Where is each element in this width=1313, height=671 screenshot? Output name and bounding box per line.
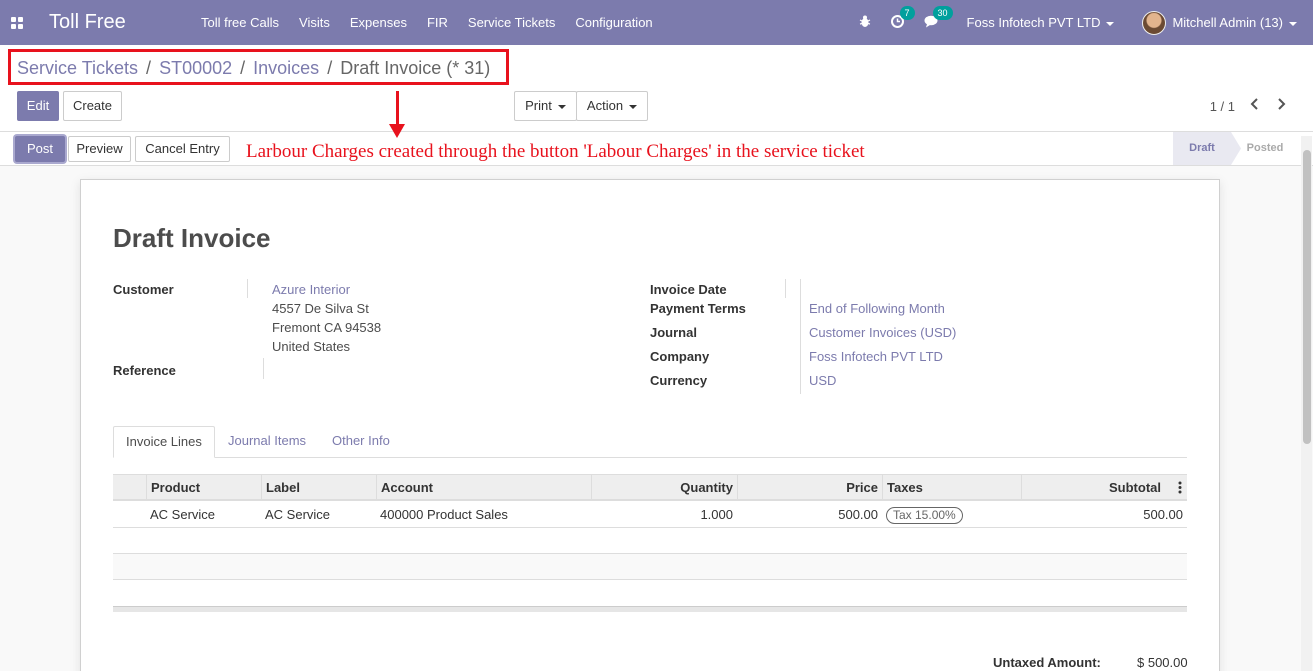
currency-link[interactable]: USD: [809, 373, 836, 388]
message-count-badge: 30: [932, 5, 953, 20]
customer-link[interactable]: Azure Interior: [272, 282, 350, 297]
journal-link[interactable]: Customer Invoices (USD): [809, 325, 956, 340]
action-button[interactable]: Action: [576, 91, 648, 121]
tab-invoice-lines[interactable]: Invoice Lines: [113, 426, 215, 458]
cancel-entry-button[interactable]: Cancel Entry: [135, 136, 230, 162]
annotation-note: Larbour Charges created through the butt…: [246, 141, 865, 162]
untaxed-amount-value: $ 500.00: [1137, 655, 1188, 670]
chevron-down-icon: [557, 104, 566, 109]
print-label: Print: [525, 98, 552, 113]
company-label: Company: [650, 349, 710, 364]
column-header-account[interactable]: Account: [376, 475, 591, 500]
previous-record-icon[interactable]: [1249, 97, 1259, 116]
preview-button[interactable]: Preview: [68, 136, 131, 162]
table-row-empty: [113, 528, 1187, 554]
cell-subtotal: 500.00: [1143, 507, 1183, 522]
column-header-product[interactable]: Product: [146, 475, 261, 500]
journal-label: Journal: [650, 325, 697, 340]
customer-label: Customer: [113, 282, 174, 297]
payment-terms-label: Payment Terms: [650, 301, 746, 316]
reference-label: Reference: [113, 363, 176, 378]
status-bar: Post Preview Cancel Entry Larbour Charge…: [0, 132, 1313, 166]
main-menu: Toll free Calls Visits Expenses FIR Serv…: [191, 15, 663, 30]
menu-item-configuration[interactable]: Configuration: [565, 15, 662, 30]
field-divider: [800, 279, 801, 394]
column-header-taxes[interactable]: Taxes: [882, 475, 1021, 500]
highlight-box: [8, 49, 509, 85]
annotation-arrow-head: [389, 124, 405, 138]
create-button[interactable]: Create: [63, 91, 122, 121]
field-divider: [247, 279, 248, 298]
untaxed-amount-label: Untaxed Amount:: [993, 655, 1101, 670]
menu-item-expenses[interactable]: Expenses: [340, 15, 417, 30]
user-name: Mitchell Admin (13): [1172, 15, 1283, 30]
pager-value[interactable]: 1 / 1: [1210, 99, 1235, 114]
activity-clock-icon[interactable]: 7: [890, 5, 915, 31]
top-navbar: Toll Free Toll free Calls Visits Expense…: [0, 0, 1313, 45]
table-row-empty: [113, 580, 1187, 606]
tab-journal-items[interactable]: Journal Items: [216, 426, 318, 458]
company-switcher[interactable]: Foss Infotech PVT LTD: [967, 15, 1115, 30]
next-record-icon[interactable]: [1277, 97, 1287, 116]
app-brand[interactable]: Toll Free: [49, 11, 191, 34]
column-header-label[interactable]: Label: [261, 475, 376, 500]
user-avatar[interactable]: [1142, 10, 1167, 35]
invoice-sheet: Draft Invoice Customer Azure Interior 45…: [80, 179, 1220, 671]
menu-item-toll-free-calls[interactable]: Toll free Calls: [191, 15, 289, 30]
stage-draft[interactable]: Draft: [1173, 132, 1231, 165]
messages-icon[interactable]: 30: [924, 5, 953, 31]
menu-item-fir[interactable]: FIR: [417, 15, 458, 30]
column-header-price[interactable]: Price: [737, 475, 882, 500]
chevron-down-icon: [629, 104, 638, 109]
company-link[interactable]: Foss Infotech PVT LTD: [809, 349, 943, 364]
activity-count-badge: 7: [899, 5, 915, 20]
bug-icon[interactable]: [859, 15, 871, 31]
address-line-3: United States: [272, 339, 351, 354]
edit-button[interactable]: Edit: [17, 91, 59, 121]
chevron-down-icon: [1106, 21, 1115, 26]
payment-terms-link[interactable]: End of Following Month: [809, 301, 945, 316]
navbar-systray: 7 30 Foss Infotech PVT LTD Mitchell Admi…: [859, 0, 1313, 45]
address-line-1: 4557 De Silva St: [272, 301, 369, 316]
action-label: Action: [586, 98, 624, 113]
column-options-icon[interactable]: [1178, 481, 1182, 497]
invoice-date-label: Invoice Date: [650, 282, 727, 297]
field-divider: [785, 279, 786, 298]
cell-label: AC Service: [265, 507, 331, 522]
table-footer: [113, 606, 1187, 612]
currency-label: Currency: [650, 373, 708, 388]
column-header-subtotal[interactable]: Subtotal: [1021, 475, 1165, 500]
invoice-title: Draft Invoice: [113, 223, 271, 253]
cell-taxes: Tax 15.00%: [882, 502, 1021, 527]
control-panel: Service Tickets / ST00002 / Invoices / D…: [0, 45, 1313, 132]
company-name: Foss Infotech PVT LTD: [966, 15, 1101, 30]
column-header-quantity[interactable]: Quantity: [591, 475, 737, 500]
cell-account: 400000 Product Sales: [380, 507, 508, 522]
table-row[interactable]: AC Service AC Service 400000 Product Sal…: [113, 502, 1187, 528]
apps-menu-icon[interactable]: [0, 0, 34, 45]
tax-tag: Tax 15.00%: [886, 507, 963, 524]
print-button[interactable]: Print: [514, 91, 577, 121]
address-line-2: Fremont CA 94538: [272, 320, 382, 335]
scrollbar-thumb[interactable]: [1303, 150, 1311, 444]
annotation-arrow: [396, 91, 399, 126]
tab-other-info[interactable]: Other Info: [320, 426, 402, 458]
menu-item-service-tickets[interactable]: Service Tickets: [458, 15, 565, 30]
post-button[interactable]: Post: [15, 136, 65, 162]
field-divider: [263, 358, 264, 379]
table-row-empty: [113, 554, 1187, 580]
menu-item-visits[interactable]: Visits: [289, 15, 340, 30]
stage-arrow-icon: [1231, 132, 1241, 165]
cell-quantity: 1.000: [700, 507, 733, 522]
cell-product: AC Service: [150, 507, 216, 522]
cell-price: 500.00: [838, 507, 878, 522]
stage-posted[interactable]: Posted: [1241, 132, 1289, 165]
table-header: Product Label Account Quantity Price Tax…: [113, 474, 1187, 501]
user-menu[interactable]: Mitchell Admin (13): [1172, 15, 1297, 30]
chevron-down-icon: [1289, 21, 1297, 26]
